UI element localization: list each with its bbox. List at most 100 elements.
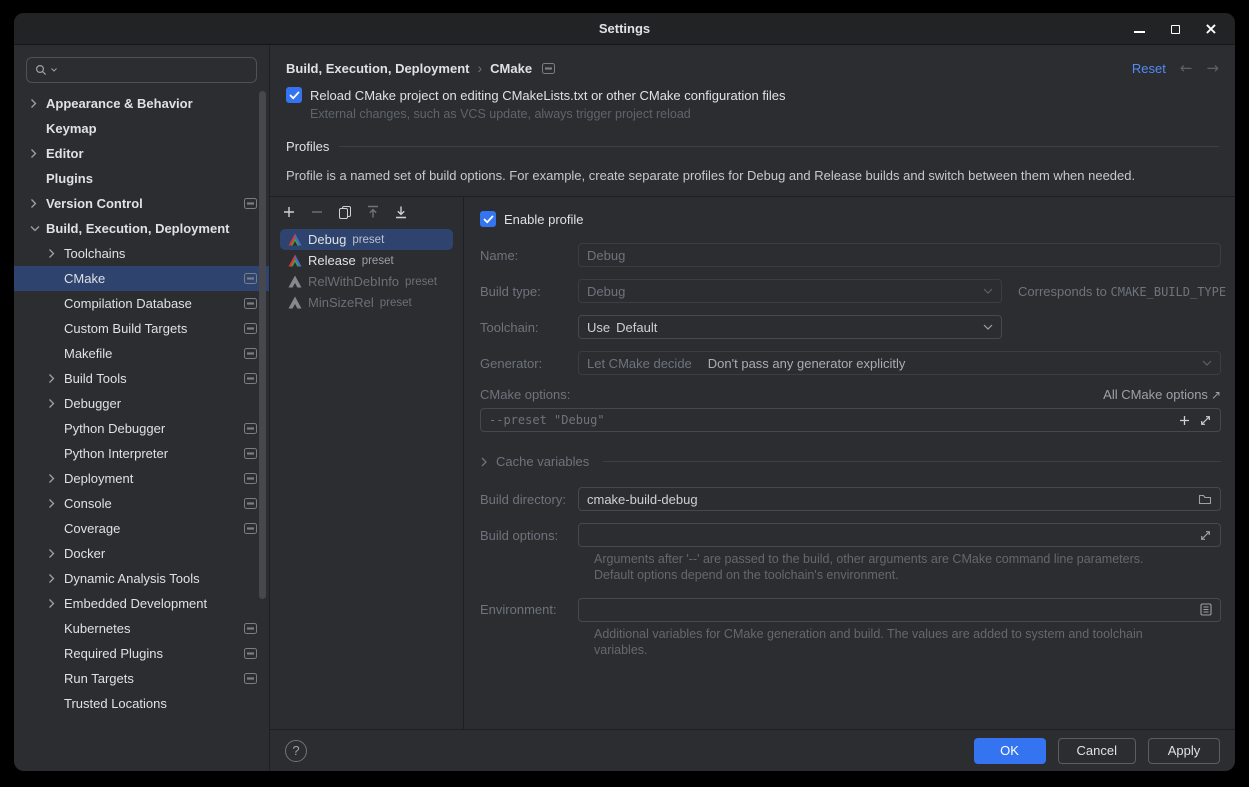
sidebar-item-trusted-locations[interactable]: Trusted Locations xyxy=(14,691,269,716)
ok-button[interactable]: OK xyxy=(974,738,1046,764)
sidebar-item-python-interpreter[interactable]: Python Interpreter xyxy=(14,441,269,466)
sidebar-item-build-execution-deployment[interactable]: Build, Execution, Deployment xyxy=(14,216,269,241)
build-directory-value: cmake-build-debug xyxy=(587,492,698,507)
add-option-icon[interactable] xyxy=(1178,414,1191,427)
build-options-field[interactable] xyxy=(578,523,1221,547)
chevron-right-icon[interactable] xyxy=(48,598,64,609)
sidebar-item-embedded-development[interactable]: Embedded Development xyxy=(14,591,269,616)
project-config-icon xyxy=(244,298,257,309)
sidebar-item-version-control[interactable]: Version Control xyxy=(14,191,269,216)
move-down-button[interactable] xyxy=(392,203,410,221)
sidebar-item-label: CMake xyxy=(64,271,105,286)
copy-button[interactable] xyxy=(336,203,354,221)
project-config-icon xyxy=(244,473,257,484)
reload-cmake-label: Reload CMake project on editing CMakeLis… xyxy=(310,88,785,103)
chevron-right-icon[interactable] xyxy=(48,248,64,259)
chevron-right-icon[interactable] xyxy=(48,548,64,559)
environment-field[interactable] xyxy=(578,598,1221,622)
cancel-button[interactable]: Cancel xyxy=(1058,738,1136,764)
environment-variables-icon[interactable] xyxy=(1200,603,1212,616)
build-directory-field[interactable]: cmake-build-debug xyxy=(578,487,1221,511)
add-button[interactable] xyxy=(280,203,298,221)
profile-item-relwithdebinfo[interactable]: RelWithDebInfopreset xyxy=(280,271,453,292)
sidebar-item-cmake[interactable]: CMake xyxy=(14,266,269,291)
folder-icon[interactable] xyxy=(1198,493,1212,505)
chevron-down-icon xyxy=(983,324,993,330)
chevron-right-icon[interactable] xyxy=(48,573,64,584)
cmake-options-field[interactable]: --preset "Debug" xyxy=(480,408,1221,432)
back-button[interactable]: ← xyxy=(1180,59,1193,77)
chevron-right-icon[interactable] xyxy=(48,473,64,484)
profile-item-release[interactable]: Releasepreset xyxy=(280,250,453,271)
chevron-down-icon[interactable] xyxy=(30,225,46,232)
sidebar-item-debugger[interactable]: Debugger xyxy=(14,391,269,416)
checkbox-checked-icon xyxy=(480,211,496,227)
sidebar-item-label: Build, Execution, Deployment xyxy=(46,221,229,236)
chevron-right-icon[interactable] xyxy=(48,373,64,384)
profiles-section-header: Profiles xyxy=(286,139,1219,154)
sidebar-item-deployment[interactable]: Deployment xyxy=(14,466,269,491)
reload-cmake-checkbox[interactable]: Reload CMake project on editing CMakeLis… xyxy=(286,87,1219,103)
sidebar-item-label: Custom Build Targets xyxy=(64,321,187,336)
name-field: Debug xyxy=(578,243,1221,267)
sidebar-item-coverage[interactable]: Coverage xyxy=(14,516,269,541)
apply-button[interactable]: Apply xyxy=(1148,738,1220,764)
sidebar-item-editor[interactable]: Editor xyxy=(14,141,269,166)
sidebar-item-makefile[interactable]: Makefile xyxy=(14,341,269,366)
forward-button[interactable]: → xyxy=(1206,59,1219,77)
chevron-right-icon[interactable] xyxy=(48,398,64,409)
toolchain-select[interactable]: Use Default xyxy=(578,315,1002,339)
move-up-button[interactable] xyxy=(364,203,382,221)
sidebar-item-docker[interactable]: Docker xyxy=(14,541,269,566)
close-button[interactable]: × xyxy=(1197,15,1225,43)
profile-preset-badge: preset xyxy=(405,276,437,288)
sidebar-item-dynamic-analysis-tools[interactable]: Dynamic Analysis Tools xyxy=(14,566,269,591)
breadcrumb-separator-icon: › xyxy=(477,60,482,76)
sidebar-scrollbar[interactable] xyxy=(259,91,266,599)
settings-content: Build, Execution, Deployment › CMake Res… xyxy=(270,45,1235,771)
sidebar-item-label: Compilation Database xyxy=(64,296,192,311)
chevron-down-icon xyxy=(1202,360,1212,366)
sidebar-item-build-tools[interactable]: Build Tools xyxy=(14,366,269,391)
minimize-button[interactable] xyxy=(1125,15,1153,43)
sidebar-item-required-plugins[interactable]: Required Plugins xyxy=(14,641,269,666)
cache-variables-toggle[interactable]: Cache variables xyxy=(480,454,1221,469)
chevron-right-icon[interactable] xyxy=(30,148,46,159)
chevron-right-icon[interactable] xyxy=(48,498,64,509)
maximize-button[interactable] xyxy=(1161,15,1189,43)
sidebar-item-compilation-database[interactable]: Compilation Database xyxy=(14,291,269,316)
profile-item-debug[interactable]: Debugpreset xyxy=(280,229,453,250)
sidebar-item-kubernetes[interactable]: Kubernetes xyxy=(14,616,269,641)
chevron-down-icon xyxy=(983,288,993,294)
chevron-right-icon[interactable] xyxy=(30,198,46,209)
build-options-help: Arguments after '--' are passed to the b… xyxy=(594,551,1221,584)
sidebar-item-appearance-behavior[interactable]: Appearance & Behavior xyxy=(14,91,269,116)
profile-list-panel: DebugpresetReleasepresetRelWithDebInfopr… xyxy=(270,197,464,729)
all-cmake-options-link[interactable]: All CMake options ↗ xyxy=(1103,387,1221,402)
sidebar-item-toolchains[interactable]: Toolchains xyxy=(14,241,269,266)
sidebar-item-keymap[interactable]: Keymap xyxy=(14,116,269,141)
project-config-icon xyxy=(244,673,257,684)
sidebar-item-console[interactable]: Console xyxy=(14,491,269,516)
remove-button[interactable] xyxy=(308,203,326,221)
profile-name: Release xyxy=(308,253,356,268)
sidebar-item-python-debugger[interactable]: Python Debugger xyxy=(14,416,269,441)
sidebar-item-run-targets[interactable]: Run Targets xyxy=(14,666,269,691)
project-config-icon xyxy=(244,423,257,434)
chevron-right-icon[interactable] xyxy=(30,98,46,109)
maximize-icon xyxy=(1171,25,1180,34)
profile-item-minsizerel[interactable]: MinSizeRelpreset xyxy=(280,292,453,313)
sidebar-item-label: Trusted Locations xyxy=(64,696,167,711)
reset-button[interactable]: Reset xyxy=(1132,61,1166,76)
expand-field-icon[interactable] xyxy=(1199,414,1212,427)
question-icon: ? xyxy=(292,743,299,758)
help-button[interactable]: ? xyxy=(285,740,307,762)
enable-profile-checkbox[interactable]: Enable profile xyxy=(480,211,1221,227)
profile-form: Enable profile Name: Debug Build type: D… xyxy=(464,197,1235,729)
section-divider xyxy=(603,461,1221,462)
settings-search-input[interactable] xyxy=(26,57,257,83)
profile-name: Debug xyxy=(308,232,346,247)
sidebar-item-plugins[interactable]: Plugins xyxy=(14,166,269,191)
sidebar-item-custom-build-targets[interactable]: Custom Build Targets xyxy=(14,316,269,341)
expand-field-icon[interactable] xyxy=(1199,529,1212,542)
